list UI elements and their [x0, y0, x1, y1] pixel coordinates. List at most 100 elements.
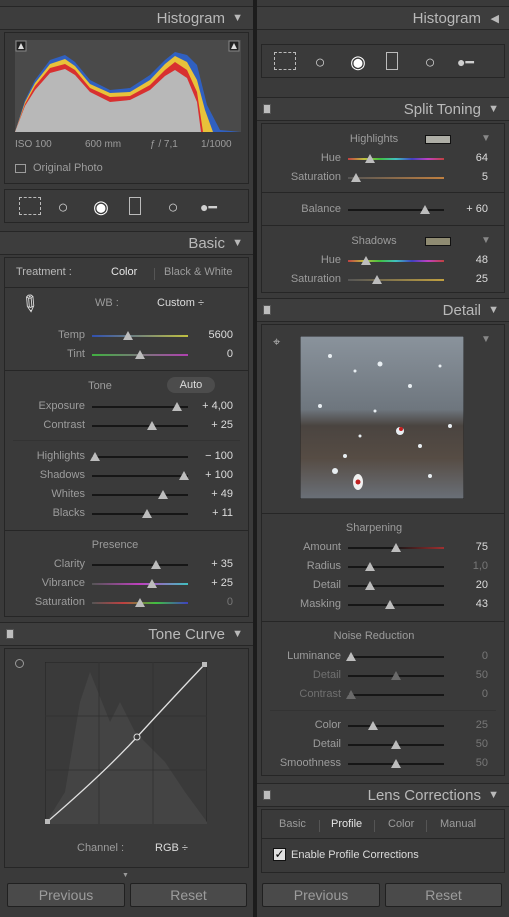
balance-slider[interactable]: [348, 205, 444, 214]
spot-removal-icon[interactable]: ○: [310, 52, 330, 72]
panel-toggle-icon[interactable]: [6, 629, 14, 639]
smoothness-value[interactable]: 50: [454, 757, 488, 769]
histogram-header[interactable]: Histogram ▼: [0, 6, 253, 30]
sharpen-detail-slider[interactable]: [348, 581, 444, 590]
tab-color[interactable]: Color: [388, 818, 414, 830]
sh-hue-slider[interactable]: [348, 256, 444, 265]
slider-thumb[interactable]: [147, 421, 157, 430]
saturation-slider[interactable]: [92, 598, 188, 607]
slider-thumb[interactable]: [135, 350, 145, 359]
slider-thumb[interactable]: [391, 740, 401, 749]
panel-toggle-icon[interactable]: [263, 104, 271, 114]
adjustment-brush-icon[interactable]: ●━: [200, 197, 236, 217]
collapse-triangle-icon[interactable]: ▼: [488, 304, 499, 316]
treatment-bw-option[interactable]: Black & White: [164, 266, 232, 278]
amount-slider[interactable]: [348, 543, 444, 552]
section-triangle-icon[interactable]: ▼: [481, 133, 491, 144]
lum-contrast-slider[interactable]: [346, 690, 444, 699]
whites-slider[interactable]: [92, 490, 188, 499]
crosshair-icon[interactable]: ⌖: [273, 334, 280, 350]
slider-thumb[interactable]: [147, 579, 157, 588]
slider-thumb[interactable]: [420, 205, 430, 214]
tint-slider[interactable]: [92, 350, 188, 359]
highlights-slider[interactable]: [90, 452, 188, 461]
hl-hue-value[interactable]: 64: [454, 152, 488, 164]
slider-thumb[interactable]: [172, 402, 182, 411]
split-toning-header[interactable]: Split Toning ▼: [257, 97, 509, 121]
collapse-triangle-icon[interactable]: ▼: [488, 789, 499, 801]
slider-thumb[interactable]: [135, 598, 145, 607]
reset-button[interactable]: Reset: [130, 883, 247, 907]
blacks-slider[interactable]: [92, 509, 188, 518]
tab-manual[interactable]: Manual: [440, 818, 476, 830]
radial-filter-icon[interactable]: ○: [163, 197, 183, 217]
color-nr-value[interactable]: 25: [454, 719, 488, 731]
panel-toggle-icon[interactable]: [263, 305, 271, 315]
slider-thumb[interactable]: [365, 154, 375, 163]
redeye-icon[interactable]: ◉: [91, 197, 111, 217]
slider-thumb[interactable]: [346, 652, 356, 661]
graduated-filter-icon[interactable]: [386, 52, 398, 70]
previous-button[interactable]: Previous: [7, 883, 125, 907]
collapse-triangle-icon[interactable]: ▼: [232, 628, 243, 640]
wb-select[interactable]: Custom ÷: [157, 297, 204, 309]
balance-value[interactable]: + 60: [454, 203, 488, 215]
clarity-value[interactable]: + 35: [195, 558, 233, 570]
vibrance-slider[interactable]: [92, 579, 188, 588]
treatment-color-option[interactable]: Color: [111, 266, 137, 278]
section-triangle-icon[interactable]: ▼: [481, 235, 491, 246]
slider-thumb[interactable]: [385, 600, 395, 609]
reset-button[interactable]: Reset: [385, 883, 502, 907]
shadows-color-swatch[interactable]: [425, 237, 451, 246]
preview-triangle-icon[interactable]: ▼: [481, 334, 491, 345]
panel-toggle-icon[interactable]: [263, 790, 271, 800]
wb-eyedropper-icon[interactable]: ✎: [9, 288, 49, 329]
lum-contrast-value[interactable]: 0: [454, 688, 488, 700]
slider-thumb[interactable]: [391, 759, 401, 768]
lens-corrections-header[interactable]: Lens Corrections ▼: [257, 783, 509, 807]
slider-thumb[interactable]: [368, 721, 378, 730]
blacks-value[interactable]: + 11: [195, 507, 233, 519]
contrast-slider[interactable]: [92, 421, 188, 430]
slider-thumb[interactable]: [151, 560, 161, 569]
collapse-triangle-icon[interactable]: ▼: [232, 12, 243, 24]
exposure-slider[interactable]: [92, 402, 188, 411]
saturation-value[interactable]: 0: [195, 596, 233, 608]
channel-select[interactable]: RGB ÷: [155, 842, 188, 854]
collapse-triangle-icon[interactable]: ▼: [232, 237, 243, 249]
luminance-slider[interactable]: [346, 652, 444, 661]
crop-icon[interactable]: [274, 52, 296, 70]
tint-value[interactable]: 0: [195, 348, 233, 360]
radial-filter-icon[interactable]: ○: [420, 52, 440, 72]
luminance-value[interactable]: 0: [454, 650, 488, 662]
slider-thumb[interactable]: [365, 562, 375, 571]
enable-profile-checkbox[interactable]: ✓: [273, 848, 286, 861]
masking-value[interactable]: 43: [454, 598, 488, 610]
masking-slider[interactable]: [348, 600, 444, 609]
radius-value[interactable]: 1,0: [454, 560, 488, 572]
graduated-filter-icon[interactable]: [129, 197, 141, 215]
highlights-color-swatch[interactable]: [425, 135, 451, 144]
hl-saturation-value[interactable]: 5: [454, 171, 488, 183]
radius-slider[interactable]: [348, 562, 444, 571]
adjustment-brush-icon[interactable]: ●━: [457, 52, 493, 72]
tone-curve-header[interactable]: Tone Curve ▼: [0, 622, 253, 646]
slider-thumb[interactable]: [158, 490, 168, 499]
shadows-slider[interactable]: [92, 471, 189, 480]
lum-detail-slider[interactable]: [348, 671, 444, 680]
tone-curve-graph[interactable]: [45, 662, 207, 824]
slider-thumb[interactable]: [391, 543, 401, 552]
slider-thumb[interactable]: [391, 671, 401, 680]
exposure-value[interactable]: + 4,00: [195, 400, 233, 412]
tab-profile[interactable]: Profile: [331, 818, 362, 830]
redeye-icon[interactable]: ◉: [348, 52, 368, 72]
targeted-adjust-icon[interactable]: [15, 659, 24, 668]
sh-saturation-value[interactable]: 25: [454, 273, 488, 285]
amount-value[interactable]: 75: [454, 541, 488, 553]
slider-thumb[interactable]: [179, 471, 189, 480]
slider-thumb[interactable]: [346, 690, 356, 699]
slider-thumb[interactable]: [361, 256, 371, 265]
tab-basic[interactable]: Basic: [279, 818, 306, 830]
slider-thumb[interactable]: [351, 173, 361, 182]
smoothness-slider[interactable]: [348, 759, 444, 768]
